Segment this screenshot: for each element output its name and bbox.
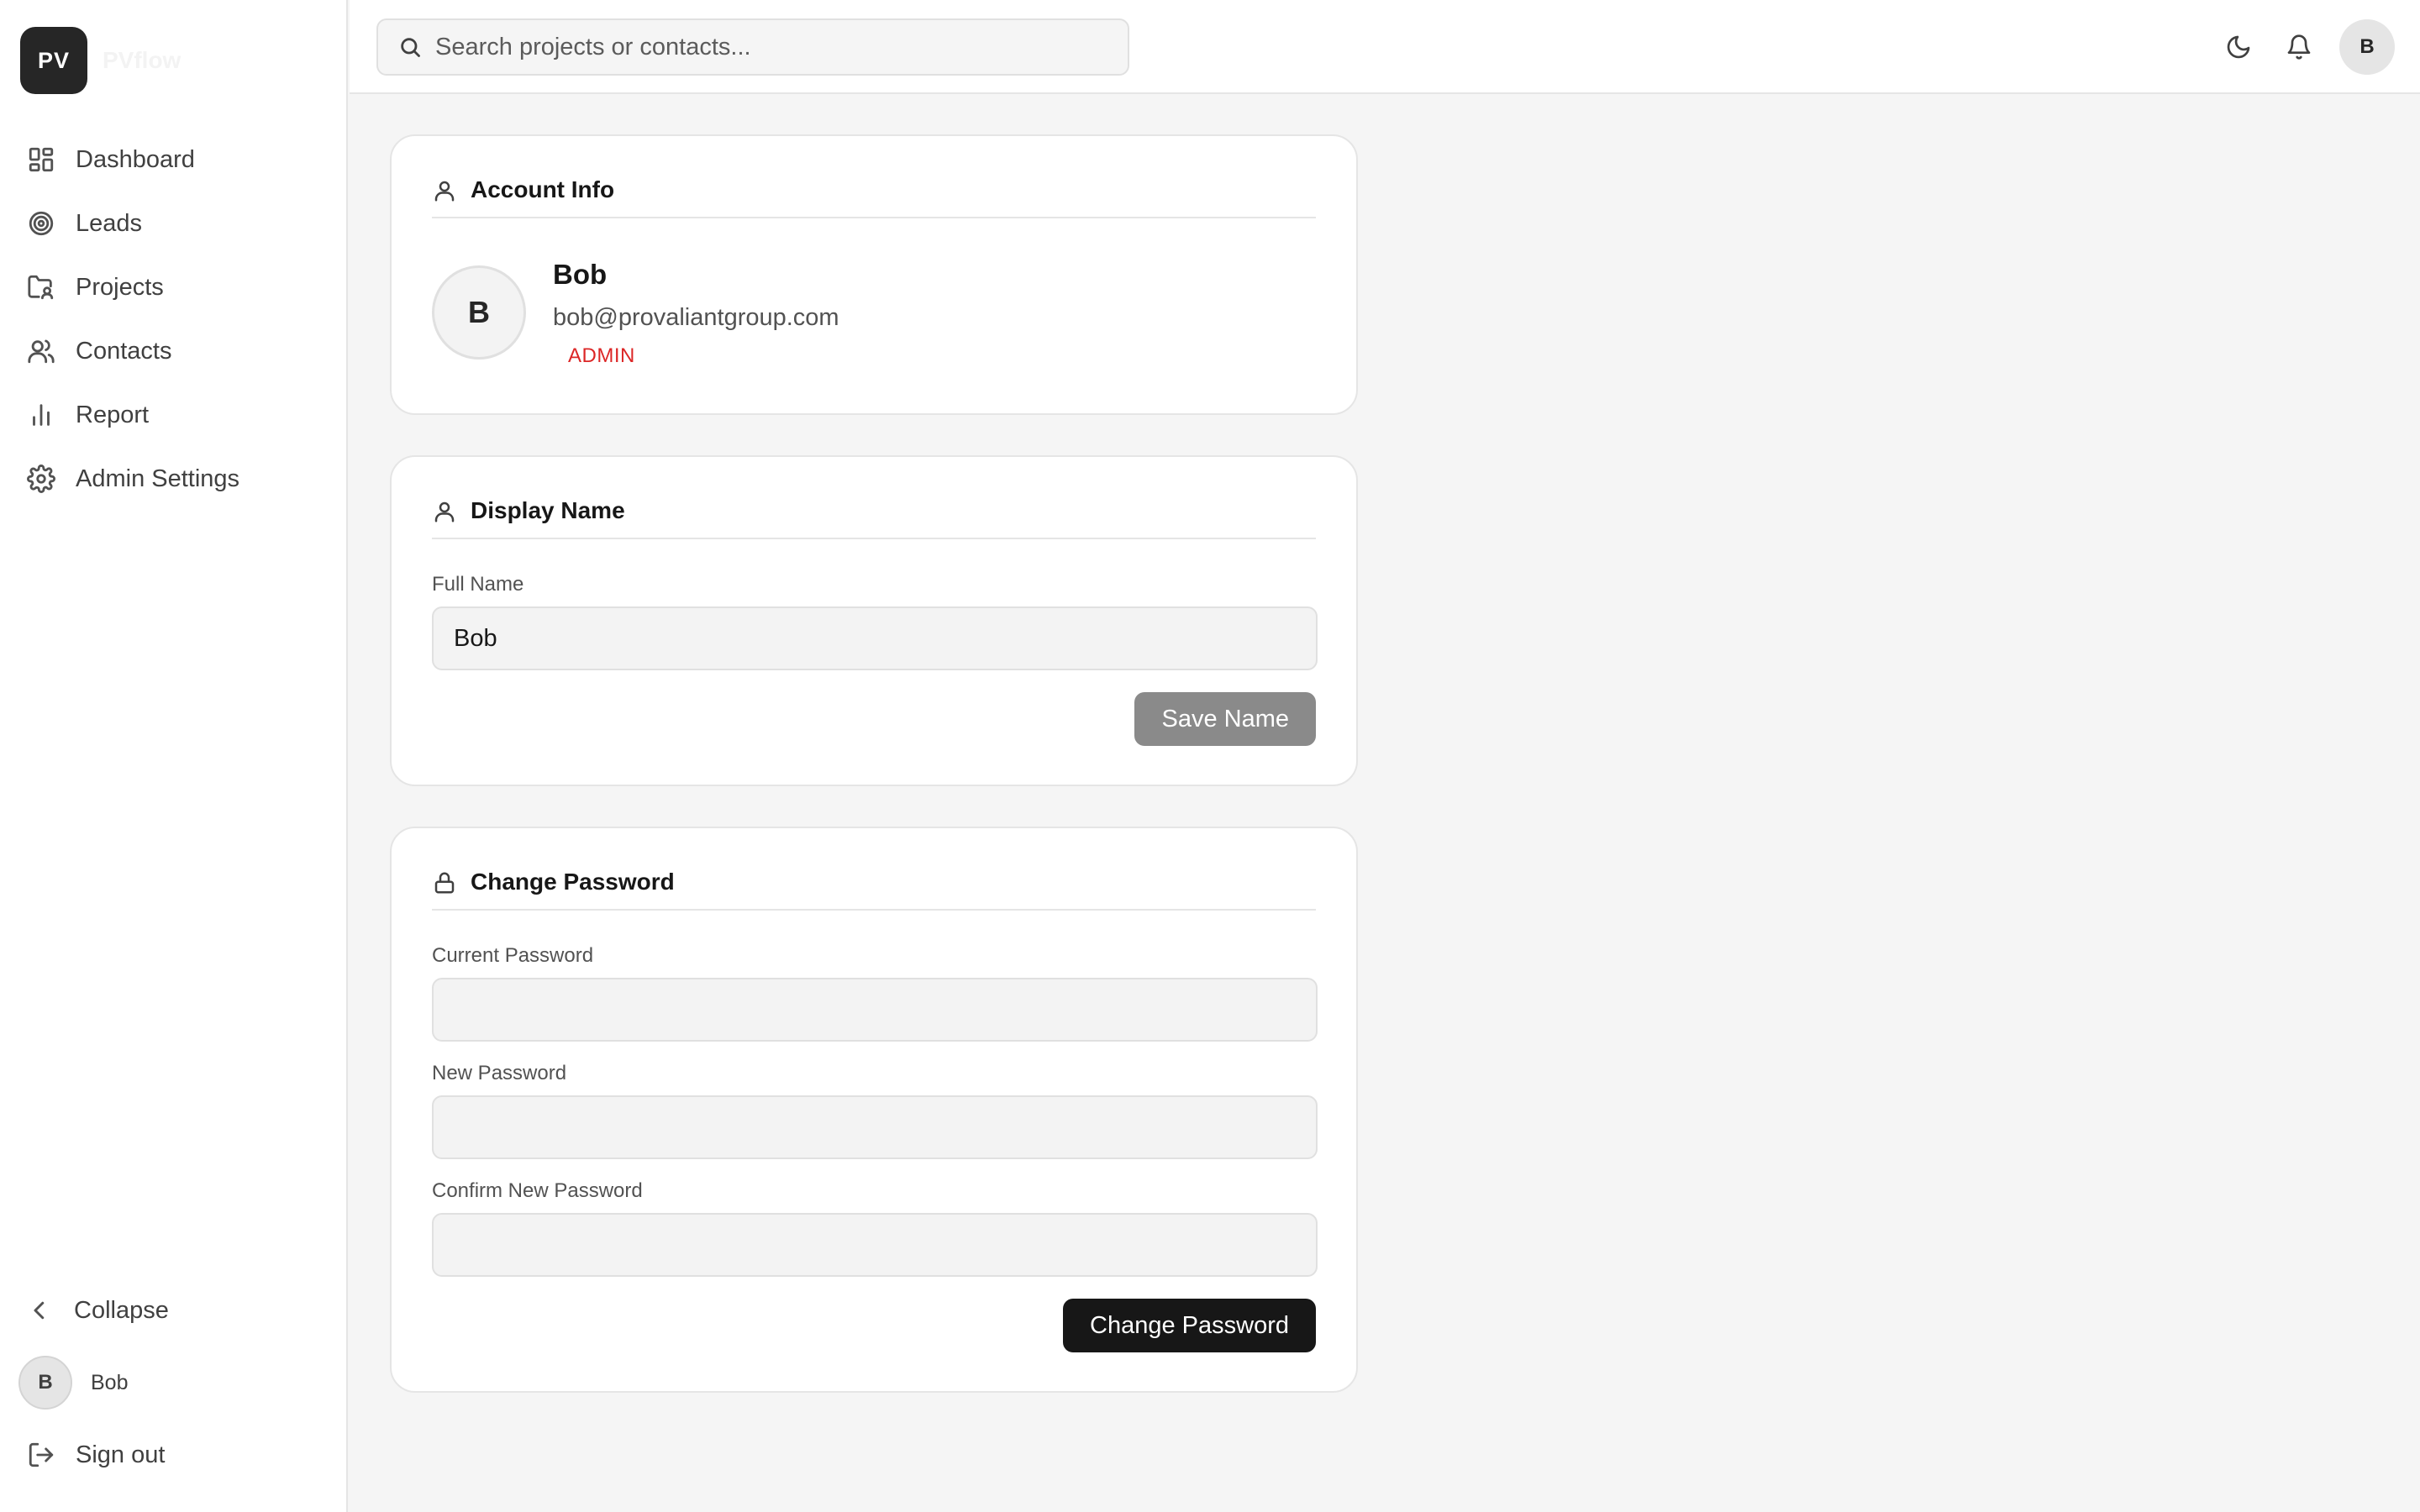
card-title: Display Name [471, 497, 625, 523]
sidebar-item-label: Contacts [76, 337, 172, 365]
user-icon [434, 501, 455, 522]
user-menu-avatar[interactable]: B [2339, 19, 2395, 75]
full-name-input[interactable] [432, 606, 1318, 670]
sign-out-label: Sign out [76, 1441, 166, 1468]
new-password-input[interactable] [432, 1095, 1318, 1159]
account-info-card: Account Info B Bob bob@provaliantgroup.c… [390, 134, 1358, 415]
card-header: Change Password [432, 869, 1316, 911]
account-email: bob@provaliantgroup.com [553, 304, 839, 331]
sidebar-user[interactable]: B Bob [18, 1356, 128, 1410]
change-password-card: Change Password Current Password New Pas… [390, 827, 1358, 1393]
sidebar-item-label: Dashboard [76, 145, 195, 173]
card-header: Display Name [432, 497, 1316, 539]
card-header: Account Info [432, 176, 1316, 218]
sidebar-item-label: Leads [76, 209, 143, 237]
save-name-button[interactable]: Save Name [1134, 692, 1316, 746]
sidebar: PV PVflow Dashboard Leads Projects Conta… [0, 0, 348, 1512]
lock-icon [434, 872, 455, 894]
brand-name: PVflow [103, 47, 182, 73]
moon-icon [2227, 35, 2250, 59]
confirm-password-input[interactable] [432, 1213, 1318, 1277]
users-icon [28, 339, 55, 364]
target-icon [29, 211, 54, 236]
notifications-button[interactable] [2281, 29, 2317, 66]
sidebar-item-dashboard[interactable]: Dashboard [0, 133, 348, 186]
sidebar-item-contacts[interactable]: Contacts [0, 324, 348, 378]
sidebar-item-label: Report [76, 401, 150, 428]
account-name: Bob [553, 259, 608, 290]
sidebar-item-report[interactable]: Report [0, 388, 348, 442]
bar-chart-icon [33, 404, 50, 426]
sign-out-button[interactable]: Sign out [27, 1430, 165, 1480]
sidebar-item-leads[interactable]: Leads [0, 197, 348, 250]
display-name-card: Display Name Full Name Save Name [390, 455, 1358, 786]
sidebar-item-label: Admin Settings [76, 465, 240, 492]
collapse-button[interactable]: Collapse [27, 1285, 169, 1336]
theme-toggle-button[interactable] [2220, 29, 2257, 66]
search-icon [401, 38, 420, 57]
dashboard-icon [29, 147, 54, 172]
gear-icon [27, 465, 55, 493]
current-password-label: Current Password [432, 944, 594, 967]
search-input[interactable] [435, 33, 1107, 61]
avatar: B [432, 265, 526, 360]
sidebar-nav: Dashboard Leads Projects Contacts Report… [0, 133, 348, 516]
sidebar-user-name: Bob [91, 1370, 129, 1394]
card-title: Change Password [471, 869, 675, 895]
logo[interactable]: PV [20, 27, 87, 94]
topbar: B [350, 0, 2420, 94]
change-password-button[interactable]: Change Password [1063, 1299, 1316, 1352]
bell-icon [2287, 34, 2311, 60]
folder-user-icon [28, 275, 54, 300]
sidebar-item-admin-settings[interactable]: Admin Settings [0, 452, 348, 506]
sidebar-item-label: Projects [76, 273, 164, 301]
collapse-label: Collapse [74, 1296, 169, 1324]
role-badge: ADMIN [568, 344, 635, 367]
user-icon [434, 181, 455, 202]
full-name-label: Full Name [432, 573, 524, 596]
log-out-icon [29, 1442, 54, 1467]
avatar: B [18, 1356, 72, 1410]
search-box [376, 18, 1129, 76]
current-password-input[interactable] [432, 978, 1318, 1042]
confirm-password-label: Confirm New Password [432, 1179, 643, 1202]
card-title: Account Info [471, 176, 615, 202]
chevron-left-icon [34, 1301, 45, 1320]
sidebar-item-projects[interactable]: Projects [0, 260, 348, 314]
new-password-label: New Password [432, 1062, 567, 1084]
